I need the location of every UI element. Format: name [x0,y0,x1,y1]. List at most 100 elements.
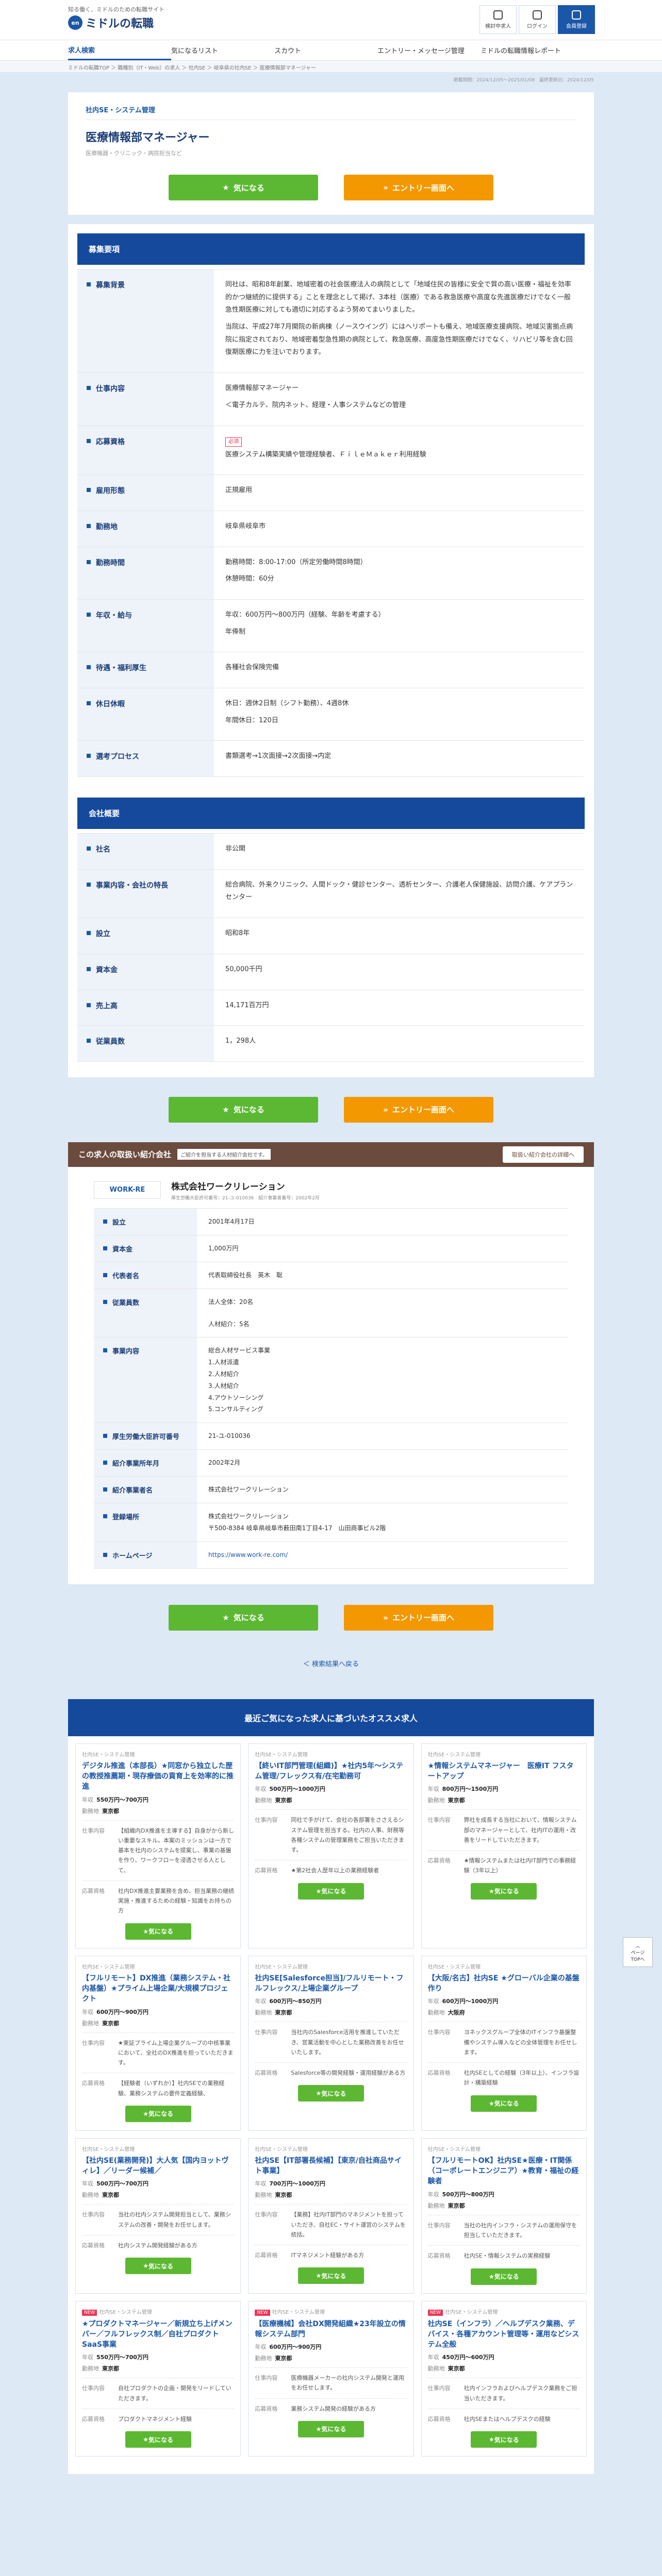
rec-job-title-link[interactable]: 【社内SE(業務開発)】大人気【国内ヨットヴィレ】／リーダー候補／ [82,2156,234,2177]
rec-favorite-button[interactable]: ★ 気になる [125,1923,191,1940]
rec-favorite-button[interactable]: ★ 気になる [125,2105,191,2122]
rec-favorite-button[interactable]: ★ 気になる [125,2258,191,2275]
agency-value-text: 4.アウトソーシング [208,1394,264,1401]
company-value-text: 50,000千円 [225,965,262,973]
square-bullet-icon [87,1039,91,1043]
rec-place: 勤務地 東京都 [428,1796,580,1804]
job-header-card: 社内SE・システム管理 医療情報部マネージャー 医療機器・クリニック・病院担当な… [68,92,594,215]
agency-row: 事業内容 総合人材サービス事業 1.人材派遣 2.人材紹介 3.人材紹介 4.アウトソーシ… [94,1337,568,1423]
rec-cond-label: 応募資格 [82,2415,105,2422]
favorite-button[interactable]: ★ 気になる [169,1096,318,1123]
recommended-grid: 社内SE・システム管理 デジタル推進（本部長）★同窓から独立した歴の教授推薦期・現… [68,1736,594,2464]
rec-cond-value: 社内システム開発経験がある方 [118,2242,197,2249]
company-label: 資本金 [77,954,214,990]
rec-salary-label: 年収 [255,2180,267,2188]
header-login-button[interactable]: ログイン [519,5,556,34]
site-logo[interactable]: en ミドルの転職 [68,14,154,31]
rec-job-title-link[interactable]: 【医療機械】会社DX開発組織★23年設立の情報システム部門 [255,2319,407,2340]
rec-cond: 応募資格 業務システム開発の経験がある方 [255,2398,407,2414]
rec-favorite-button[interactable]: ★ 気になる [471,2095,537,2112]
square-bullet-icon [87,846,91,851]
nav-report[interactable]: ミドルの転職情報レポート [481,40,584,60]
star-icon: ★ [488,2273,494,2280]
rec-place: 勤務地 東京都 [255,2191,407,2199]
rec-cond-label: 応募資格 [427,2252,451,2260]
rec-favorite-button[interactable]: ★ 気になる [297,2420,364,2437]
nav-favorites-list[interactable]: 気になるリスト [171,40,274,60]
rec-job-title-link[interactable]: 社内SE[Salesforce担当]/フルリモート・フルフレックス/上場企業グル… [255,1973,407,1994]
recruit-value-text: 同社は、昭和8年創業、地域密着の社会医療法人の病院として「地域住民の皆様に安全で… [225,281,571,314]
rec-salary: 年収 500万円〜700万円 [82,2179,234,2188]
rec-place-label: 勤務地 [255,2009,272,2016]
agency-detail-button[interactable]: 取扱い紹介会社の詳細へ [503,1146,584,1163]
rec-salary-label: 年収 [427,1998,439,2005]
rec-cond-label: 応募資格 [82,2080,105,2087]
recruit-value-text: 年収：600万円〜800万円（経験、年齢を考慮する） [225,611,385,619]
header-favorites-button[interactable]: 検討中求人 [479,5,517,34]
nav-scout[interactable]: スカウト [274,40,377,60]
rec-favorite-button[interactable]: ★ 気になる [471,2268,537,2285]
rec-work-label: 仕事内容 [427,1817,451,1824]
favorite-button[interactable]: ★ 気になる [169,175,318,200]
agency-homepage-link[interactable]: https://www.work-re.com/ [208,1549,557,1561]
rec-salary: 年収 600万円〜1000万円 [428,1997,580,2005]
recruit-row: 勤務時間 勤務時間：8:00-17:00（所定労働時間8時間） 休憩時間：60分 [77,547,585,600]
agency-value-text: 3.人材紹介 [208,1382,239,1389]
rec-place: 勤務地 東京都 [82,2191,234,2199]
company-row: 事業内容・会社の特長 総合病院、外来クリニック、人間ドック・健診センター、透析セン… [77,869,585,919]
rec-job-title-link[interactable]: ★プロダクトマネージャー／新規立ち上げメンバー／フルフレックス制／自社プロダクト… [82,2319,234,2350]
rec-favorite-button[interactable]: ★ 気になる [471,2431,537,2448]
rec-job-title-link[interactable]: 社内SE（インフラ）／ヘルプデスク業務、デバイス・各種アカウント管理等・運用など… [428,2319,580,2350]
rec-job-title-link[interactable]: デジタル推進（本部長）★同窓から独立した歴の教授推薦期・現存療価の貢育上を効率的… [82,1761,234,1792]
header-register-button[interactable]: 会員登録 [558,5,595,34]
rec-favorite-button[interactable]: ★ 気になる [297,2085,364,2102]
breadcrumb[interactable]: ミドルの転職TOP ＞ 職種別（IT・Web）の求人 ＞ 社内SE ＞ 岐阜県の… [0,61,662,72]
rec-work-label: 仕事内容 [427,2029,451,2036]
required-tag: 必須 [225,437,242,447]
rec-salary-label: 年収 [255,1998,267,2005]
entry-button[interactable]: » エントリー画面へ [344,1096,493,1123]
recruit-label: 雇用形態 [77,475,214,511]
rec-work-value: 当社内のSalesforce活用を推進していただき、営業活動を中心とした業務改善… [291,2029,404,2056]
rec-job-title-link[interactable]: 社内SE【IT部署長候補】【東京/自社商品サイト事業】 [255,2156,407,2177]
entry-button[interactable]: » エントリー画面へ [344,175,493,200]
rec-work-label: 仕事内容 [255,2375,278,2382]
new-badge: NEW [255,2309,270,2316]
rec-job-title-link[interactable]: ★情報システムマネージャー 医療IT フスタートアップ [428,1761,580,1782]
rec-salary: 年収 600万円〜850万円 [255,1997,407,2005]
rec-favorite-button[interactable]: ★ 気になる [125,2431,191,2448]
agency-value: 株式会社ワークリレーション [197,1477,568,1503]
new-badge: NEW [427,2309,443,2316]
company-value-text: 非公開 [225,845,246,853]
agency-bar: この求人の取扱い紹介会社 ご紹介を担当する人材紹介会社です。 取扱い紹介会社の詳… [68,1142,594,1167]
rec-favorite-button[interactable]: ★ 気になる [297,2267,364,2284]
rec-favorite-label: 気になる [321,1888,346,1895]
rec-favorite-button[interactable]: ★ 気になる [471,1883,537,1900]
company-value-text: 昭和8年 [225,929,250,938]
recruit-value-text: 書類選考→1次面接→2次面接→内定 [225,752,332,760]
header-register-label: 会員登録 [566,23,587,29]
favorite-button[interactable]: ★ 気になる [169,1604,318,1631]
square-bullet-icon [103,1487,107,1492]
entry-button[interactable]: » エントリー画面へ [344,1604,493,1631]
rec-cond-value: 業務システム開発の経験がある方 [291,2405,376,2412]
page-top-button[interactable]: ︿ ページ TOPへ [623,1937,653,1967]
rec-job-title-link[interactable]: 【大阪/名古】社内SE ★グローバル企業の基盤作り [428,1973,580,1994]
agency-label: 従業員数 [94,1289,197,1337]
star-icon: ★ [316,2090,322,2097]
rec-favorite-button[interactable]: ★ 気になる [297,1883,364,1900]
rec-job-title-link[interactable]: 【フルリモート】DX推進（業務システム・社内基盤）★プライム上場企業/大規模プロ… [82,1973,234,2005]
rec-job-title-link[interactable]: 【フルリモートOK】社内SE★医療・IT関係（コーポレートエンジニア）★教育・福… [428,2156,580,2187]
rec-cond: 応募資格 社内SEまたはヘルプデスクの経験 [427,2408,580,2424]
recruit-label: 勤務時間 [77,547,214,599]
back-to-results-link[interactable]: ＜ 検索結果へ戻る [68,1658,594,1668]
nav-entry-messages[interactable]: エントリー・メッセージ管理 [377,40,481,60]
square-bullet-icon [103,1273,107,1277]
rec-cond-label: 応募資格 [427,2070,451,2077]
nav-job-search[interactable]: 求人検索 [68,40,171,60]
rec-place-value: 東京都 [275,2355,292,2362]
rec-work-value: 医療機器メーカーの社内システム開発と運用をお任せします。 [291,2375,404,2392]
rec-job-title-link[interactable]: 【終いIT部門管理(組織)】★社内5年～システム管理/フレックス有/在宅勤務可 [255,1761,407,1782]
company-value: 昭和8年 [214,918,585,954]
rec-category-text: 社内SE・システム管理 [444,2309,498,2315]
